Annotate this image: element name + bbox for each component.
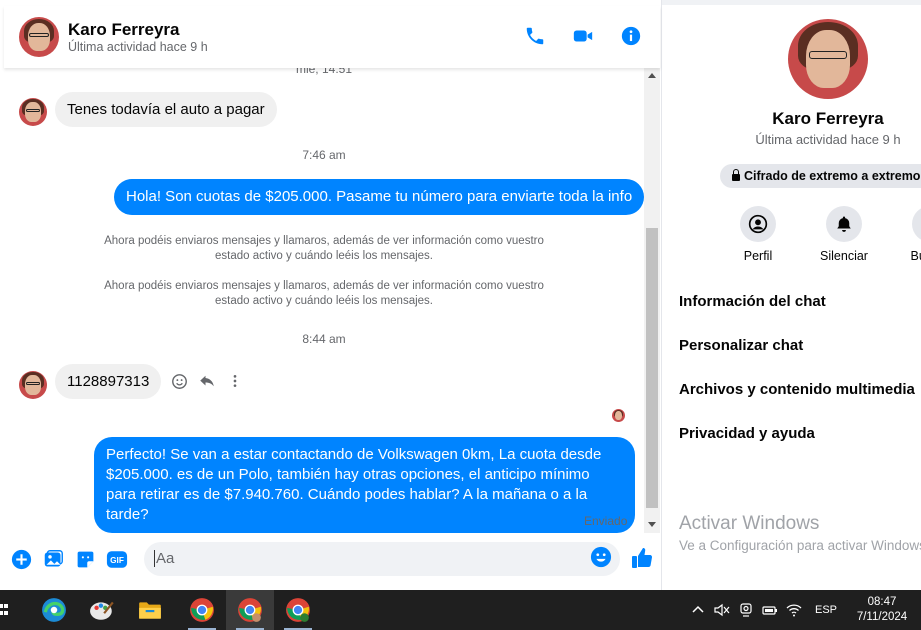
sticker-icon[interactable] <box>74 548 96 570</box>
encryption-badge[interactable]: Cifrado de extremo a extremo <box>720 164 921 188</box>
header-actions <box>522 23 644 49</box>
phone-icon[interactable] <box>522 23 548 49</box>
composer: GIF Aa <box>4 536 660 582</box>
profile-label: Perfil <box>743 249 773 263</box>
panel-actions: Perfil Silenciar Buscar <box>733 206 921 263</box>
chrome-icon[interactable] <box>226 590 274 630</box>
contact-status: Última actividad hace 9 h <box>68 39 208 54</box>
contact-name: Karo Ferreyra <box>68 19 180 39</box>
clock-time: 08:47 <box>867 596 897 608</box>
panel-contact-name: Karo Ferreyra <box>772 109 884 128</box>
search-icon <box>912 206 921 242</box>
chat-header: Karo Ferreyra Última actividad hace 9 h <box>4 6 660 68</box>
notice-text: Ahora podéis enviaros mensajes y llamaro… <box>104 280 544 307</box>
lock-icon <box>732 168 740 181</box>
system-tray: ESP 08:47 7/11/2024 <box>689 590 921 630</box>
reply-icon[interactable] <box>198 372 216 390</box>
panel-contact-status: Última actividad hace 9 h <box>755 132 901 147</box>
paint-icon[interactable] <box>78 590 126 630</box>
scroll-down-arrow[interactable] <box>648 522 656 527</box>
avatar[interactable] <box>788 19 868 99</box>
task-view-icon[interactable] <box>0 602 10 618</box>
search-button[interactable]: Buscar <box>905 206 921 263</box>
message-placeholder: Aa <box>154 550 175 567</box>
activate-windows-watermark: Activar Windows Ve a Configuración para … <box>679 513 921 553</box>
chrome-icon[interactable] <box>274 590 322 630</box>
message-input[interactable]: Aa <box>144 542 620 576</box>
volume-muted-icon[interactable] <box>713 601 731 619</box>
clock-date: 7/11/2024 <box>856 611 908 623</box>
menu-customize-chat[interactable]: Personalizar chat <box>679 335 915 379</box>
timestamp: 8:44 am <box>302 332 346 346</box>
outgoing-message[interactable]: Hola! Son cuotas de $205.000. Pasame tu … <box>114 179 644 215</box>
screen: Karo Ferreyra Última actividad hace 9 h … <box>0 0 921 630</box>
timestamp: 7:46 am <box>302 148 346 162</box>
bell-icon <box>826 206 862 242</box>
header-text[interactable]: Karo Ferreyra Última actividad hace 9 h <box>68 20 208 55</box>
more-options-icon[interactable] <box>226 372 244 390</box>
profile-button[interactable]: Perfil <box>733 206 783 263</box>
video-camera-icon[interactable] <box>570 23 596 49</box>
battery-icon[interactable] <box>761 601 779 619</box>
message-actions <box>170 372 244 390</box>
emoji-icon[interactable] <box>590 546 612 573</box>
avatar[interactable] <box>19 371 47 399</box>
gif-icon[interactable]: GIF <box>106 548 128 570</box>
chrome-icon[interactable] <box>178 590 226 630</box>
watermark-subtitle: Ve a Configuración para activar Windows. <box>679 538 921 553</box>
encryption-label: Cifrado de extremo a extremo <box>744 169 921 183</box>
message-status: Enviado <box>584 514 628 528</box>
scroll-thumb[interactable] <box>646 228 658 508</box>
menu-media-files[interactable]: Archivos y contenido multimedia <box>679 379 915 423</box>
language-indicator[interactable]: ESP <box>815 604 837 616</box>
panel-menu: Información del chat Personalizar chat A… <box>679 291 915 467</box>
svg-text:GIF: GIF <box>110 556 124 565</box>
menu-chat-info[interactable]: Información del chat <box>679 291 915 335</box>
edge-icon[interactable] <box>30 590 78 630</box>
wifi-icon[interactable] <box>785 601 803 619</box>
search-label: Buscar <box>910 249 921 263</box>
chevron-up-icon[interactable] <box>689 601 707 619</box>
scroll-up-arrow[interactable] <box>648 73 656 78</box>
taskbar: ESP 08:47 7/11/2024 <box>0 590 921 630</box>
mute-button[interactable]: Silenciar <box>819 206 869 263</box>
contact-info-panel: Karo Ferreyra Última actividad hace 9 h … <box>663 5 921 590</box>
avatar[interactable] <box>19 17 59 57</box>
seen-avatar <box>612 409 625 422</box>
chat-column: Karo Ferreyra Última actividad hace 9 h … <box>0 0 662 590</box>
file-explorer-icon[interactable] <box>126 590 174 630</box>
react-emoji-icon[interactable] <box>170 372 188 390</box>
thumbs-up-icon[interactable] <box>630 546 654 575</box>
message-list[interactable]: mié, 14:51 Tenes todavía el auto a pagar… <box>4 68 644 533</box>
clock[interactable]: 08:47 7/11/2024 <box>847 595 917 625</box>
timestamp-partial: mié, 14:51 <box>295 68 353 76</box>
camera-icon[interactable] <box>737 601 755 619</box>
plus-circle-icon[interactable] <box>10 548 32 570</box>
incoming-message[interactable]: 1128897313 <box>55 364 162 399</box>
notice-text: Ahora podéis enviaros mensajes y llamaro… <box>104 235 544 262</box>
scrollbar[interactable] <box>644 68 660 533</box>
image-icon[interactable] <box>42 548 64 570</box>
mute-label: Silenciar <box>820 249 868 263</box>
info-icon[interactable] <box>618 23 644 49</box>
outgoing-message[interactable]: Perfecto! Se van a estar contactando de … <box>94 437 635 533</box>
menu-privacy-help[interactable]: Privacidad y ayuda <box>679 423 915 467</box>
profile-icon <box>740 206 776 242</box>
avatar[interactable] <box>19 98 47 126</box>
incoming-message[interactable]: Tenes todavía el auto a pagar <box>55 92 277 127</box>
watermark-title: Activar Windows <box>679 513 820 534</box>
